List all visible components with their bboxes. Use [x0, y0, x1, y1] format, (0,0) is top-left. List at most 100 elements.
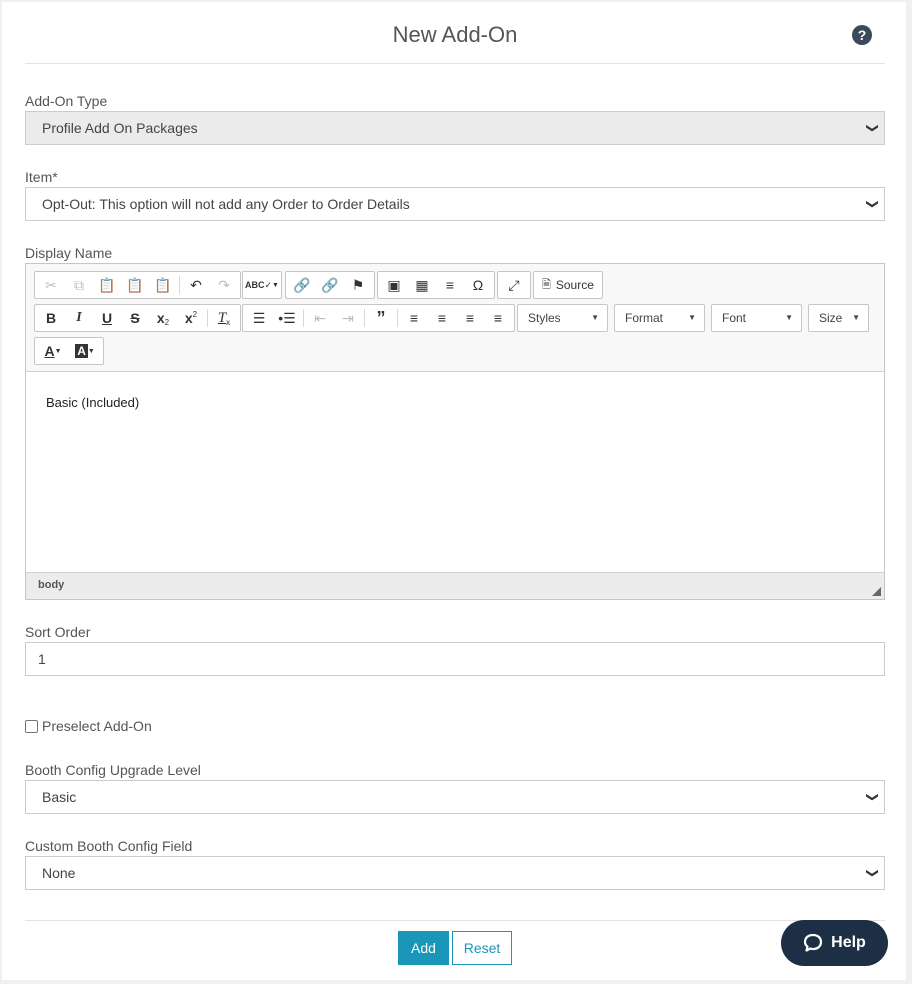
- custom-field-label: Custom Booth Config Field: [25, 838, 193, 854]
- insert-group: ▣ ▦ ≡ Ω: [377, 271, 495, 299]
- item-value: Opt-Out: This option will not add any Or…: [42, 196, 410, 212]
- horizontal-line-icon[interactable]: ≡: [436, 273, 464, 297]
- italic-button[interactable]: I: [65, 306, 93, 330]
- numbered-list-icon[interactable]: ☰: [245, 306, 273, 330]
- custom-field-value: None: [42, 865, 76, 881]
- font-label: Font: [722, 311, 747, 325]
- strikethrough-button[interactable]: S: [121, 306, 149, 330]
- source-group: 🗎 Source: [533, 271, 603, 299]
- element-path[interactable]: body: [38, 579, 64, 591]
- styles-label: Styles: [528, 311, 561, 325]
- format-dropdown[interactable]: Format ▼: [614, 304, 705, 332]
- undo-icon[interactable]: ↶: [182, 273, 210, 297]
- toolbar-separator: [207, 309, 208, 327]
- align-center-icon[interactable]: ≡: [428, 306, 456, 330]
- outdent-icon[interactable]: ⇤: [306, 306, 334, 330]
- reset-button[interactable]: Reset: [452, 931, 512, 965]
- font-dropdown[interactable]: Font ▼: [711, 304, 802, 332]
- superscript-icon[interactable]: x2: [177, 306, 205, 330]
- link-group: 🔗 🔗 ⚑: [285, 271, 375, 299]
- addon-type-select[interactable]: Profile Add On Packages ❯: [25, 111, 885, 145]
- source-doc-icon: 🗎: [542, 278, 551, 291]
- anchor-flag-icon[interactable]: ⚑: [344, 273, 372, 297]
- addon-type-label: Add-On Type: [25, 93, 108, 109]
- preselect-checkbox[interactable]: [25, 719, 38, 733]
- bold-button[interactable]: B: [37, 306, 65, 330]
- page-title: New Add-On: [392, 22, 518, 47]
- chevron-down-icon: ❯: [865, 867, 880, 879]
- dropdown-arrow-icon: ▼: [785, 313, 793, 322]
- remove-format-icon[interactable]: Tx: [210, 306, 238, 330]
- dropdown-arrow-icon: ▼: [591, 313, 599, 322]
- toolbar-separator: [397, 309, 398, 327]
- table-icon[interactable]: ▦: [408, 273, 436, 297]
- help-widget-label: Help: [831, 934, 866, 951]
- sort-order-input[interactable]: 1: [25, 642, 885, 676]
- subscript-icon[interactable]: x2: [149, 306, 177, 330]
- clipboard-group: ✂ ⧉ 📋 📋 📋 ↶ ↷: [34, 271, 241, 299]
- background-color-icon[interactable]: A ▼: [69, 339, 101, 363]
- indent-icon[interactable]: ⇥: [334, 306, 362, 330]
- cut-icon[interactable]: ✂: [37, 273, 65, 297]
- text-color-icon[interactable]: A ▼: [37, 339, 69, 363]
- sort-order-label: Sort Order: [25, 624, 91, 640]
- paragraph-group: ☰ •☰ ⇤ ⇥ ” ≡ ≡ ≡ ≡: [242, 304, 515, 332]
- toolbar-separator: [364, 309, 365, 327]
- color-group: A ▼ A ▼: [34, 337, 104, 365]
- format-label: Format: [625, 311, 664, 325]
- blockquote-icon[interactable]: ”: [367, 306, 395, 330]
- source-button[interactable]: 🗎 Source: [536, 273, 600, 297]
- align-left-icon[interactable]: ≡: [400, 306, 428, 330]
- basic-styles-group: B I U S x2 x2 Tx: [34, 304, 241, 332]
- spellcheck-group: ABC✓ ▼: [242, 271, 282, 299]
- bulleted-list-icon[interactable]: •☰: [273, 306, 301, 330]
- redo-icon[interactable]: ↷: [210, 273, 238, 297]
- booth-level-select[interactable]: Basic ❯: [25, 780, 885, 814]
- add-button[interactable]: Add: [398, 931, 449, 965]
- item-label: Item*: [25, 169, 58, 185]
- source-label: Source: [555, 278, 594, 292]
- unlink-icon[interactable]: 🔗: [316, 273, 344, 297]
- booth-level-value: Basic: [42, 789, 77, 805]
- dropdown-arrow-icon: ▼: [688, 313, 696, 322]
- copy-icon[interactable]: ⧉: [65, 273, 93, 297]
- resize-handle-icon[interactable]: [872, 587, 881, 596]
- footer-divider: [25, 920, 885, 921]
- chat-bubble-icon: [804, 933, 823, 952]
- styles-dropdown[interactable]: Styles ▼: [517, 304, 608, 332]
- spellcheck-icon[interactable]: ABC✓ ▼: [245, 273, 279, 297]
- paste-icon[interactable]: 📋: [93, 273, 121, 297]
- editor-status-bar: body: [26, 572, 884, 599]
- item-select[interactable]: Opt-Out: This option will not add any Or…: [25, 187, 885, 221]
- image-icon[interactable]: ▣: [380, 273, 408, 297]
- paste-word-icon[interactable]: 📋: [149, 273, 177, 297]
- editor-toolbar: ✂ ⧉ 📋 📋 📋 ↶ ↷ ABC✓ ▼ 🔗 🔗 ⚑ ▣ ▦ ≡ Ω ⤢ 🗎 S…: [26, 264, 884, 372]
- maximize-icon[interactable]: ⤢: [500, 273, 528, 297]
- maximize-group: ⤢: [497, 271, 531, 299]
- preselect-label: Preselect Add-On: [42, 718, 152, 734]
- toolbar-separator: [303, 309, 304, 327]
- underline-button[interactable]: U: [93, 306, 121, 330]
- align-justify-icon[interactable]: ≡: [484, 306, 512, 330]
- help-widget-button[interactable]: Help: [781, 920, 888, 966]
- link-icon[interactable]: 🔗: [288, 273, 316, 297]
- preselect-row: Preselect Add-On: [25, 718, 152, 734]
- toolbar-separator: [179, 276, 180, 294]
- dropdown-arrow-icon: ▼: [852, 313, 860, 322]
- custom-field-select[interactable]: None ❯: [25, 856, 885, 890]
- question-circle-icon[interactable]: ?: [852, 25, 872, 45]
- align-right-icon[interactable]: ≡: [456, 306, 484, 330]
- size-label: Size: [819, 311, 843, 325]
- paste-text-icon[interactable]: 📋: [121, 273, 149, 297]
- rich-text-editor: ✂ ⧉ 📋 📋 📋 ↶ ↷ ABC✓ ▼ 🔗 🔗 ⚑ ▣ ▦ ≡ Ω ⤢ 🗎 S…: [25, 263, 885, 600]
- panel-header: New Add-On ?: [25, 2, 885, 64]
- special-char-omega-icon[interactable]: Ω: [464, 273, 492, 297]
- add-on-panel: New Add-On ? Add-On Type Profile Add On …: [2, 2, 906, 980]
- chevron-down-icon: ❯: [865, 122, 880, 134]
- size-dropdown[interactable]: Size ▼: [808, 304, 869, 332]
- editor-content-text: Basic (Included): [46, 395, 140, 410]
- editor-content-area[interactable]: Basic (Included): [26, 372, 884, 572]
- chevron-down-icon: ❯: [865, 791, 880, 803]
- booth-level-label: Booth Config Upgrade Level: [25, 762, 201, 778]
- display-name-label: Display Name: [25, 245, 113, 261]
